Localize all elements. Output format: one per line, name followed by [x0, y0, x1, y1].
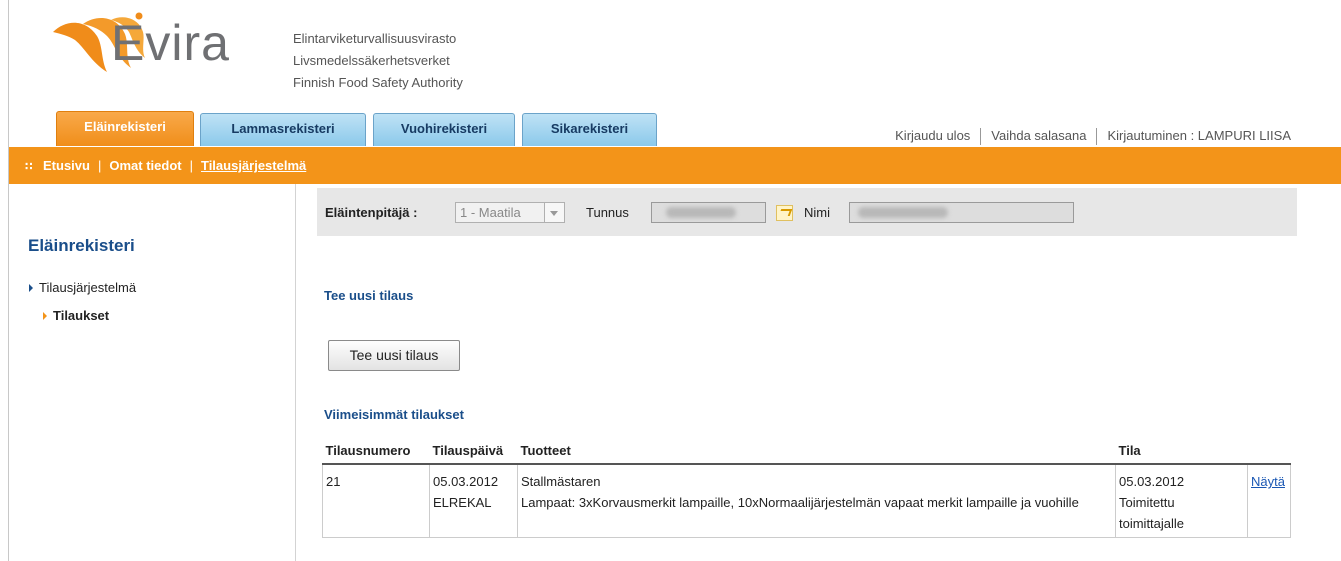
keeper-select-value: 1 - Maatila	[460, 205, 521, 220]
show-order-link[interactable]: Näytä	[1251, 474, 1285, 489]
breadcrumb-omat-tiedot[interactable]: Omat tiedot	[109, 158, 181, 173]
chevron-down-icon	[544, 203, 564, 222]
product-detail: Lampaat: 3xKorvausmerkit lampaille, 10xN…	[521, 495, 1079, 510]
new-order-button[interactable]: Tee uusi tilaus	[328, 340, 460, 371]
agency-name-en: Finnish Food Safety Authority	[293, 75, 463, 90]
column-header: Tuotteet	[517, 438, 1116, 465]
sidebar-item-label: Tilaukset	[53, 308, 110, 323]
site-header: Evira Elintarviketurvallisuusvirasto Liv…	[9, 0, 1341, 118]
breadcrumb-tilausjarjestelma[interactable]: Tilausjärjestelmä	[201, 158, 306, 173]
breadcrumb-bar: ∷ Etusivu | Omat tiedot | Tilausjärjestelmä	[9, 147, 1341, 184]
brand-name: Evira	[111, 15, 230, 71]
order-number: 21	[322, 464, 430, 538]
breadcrumb: ∷ Etusivu | Omat tiedot | Tilausjärjestelmä	[25, 158, 306, 173]
name-label: Nimi	[804, 205, 830, 220]
grid-dots-icon: ∷	[25, 161, 33, 173]
agency-name-sv: Livsmedelssäkerhetsverket	[293, 53, 450, 68]
sidebar-title: Eläinrekisteri	[28, 236, 135, 255]
agency-names: Elintarviketurvallisuusvirasto Livsmedel…	[293, 28, 463, 94]
order-status-cell: 05.03.2012 Toimitettu toimittajalle	[1115, 464, 1248, 538]
breadcrumb-separator: |	[189, 158, 193, 173]
order-action-cell: Näytä	[1247, 464, 1291, 538]
order-date-cell: 05.03.2012 ELREKAL	[429, 464, 518, 538]
tab-lammasrekisteri[interactable]: Lammasrekisteri	[200, 113, 366, 146]
change-password-link[interactable]: Vaihda salasana	[991, 128, 1086, 143]
order-products-cell: Stallmästaren Lampaat: 3xKorvausmerkit l…	[517, 464, 1116, 538]
orders-table: Tilausnumero Tilauspäivä Tuotteet Tila 2…	[322, 438, 1291, 538]
recent-orders-heading: Viimeisimmät tilaukset	[324, 407, 464, 422]
table-header-row: Tilausnumero Tilauspäivä Tuotteet Tila	[322, 438, 1291, 465]
keeper-select[interactable]: 1 - Maatila	[455, 202, 565, 223]
tab-elainrekisteri[interactable]: Eläinrekisteri	[56, 111, 194, 146]
id-field[interactable]	[651, 202, 766, 223]
sidebar-item-label: Tilausjärjestelmä	[39, 280, 137, 295]
order-date-extra: ELREKAL	[433, 495, 492, 510]
keeper-label: Eläintenpitäjä :	[325, 205, 418, 220]
id-label: Tunnus	[586, 205, 629, 220]
sidebar-item-tilaukset[interactable]: Tilaukset	[43, 308, 109, 323]
link-separator	[1096, 128, 1098, 146]
status-date: 05.03.2012	[1119, 474, 1185, 489]
user-links: Kirjaudu ulos Vaihda salasana Kirjautumine…	[895, 128, 1291, 146]
change-arrow-icon[interactable]	[776, 205, 793, 221]
column-header: Tilausnumero	[322, 438, 430, 465]
sidebar: Eläinrekisteri Tilausjärjestelmä Tilauks…	[9, 184, 296, 561]
column-header: Tila	[1115, 438, 1248, 465]
tab-sikarekisteri[interactable]: Sikarekisteri	[522, 113, 657, 146]
status-text: Toimitettu toimittajalle	[1119, 495, 1185, 531]
redacted-value	[858, 207, 948, 218]
sidebar-item-tilausjarjestelma[interactable]: Tilausjärjestelmä	[29, 280, 136, 295]
tab-vuohirekisteri[interactable]: Vuohirekisteri	[373, 113, 515, 146]
table-row: 21 05.03.2012 ELREKAL Stallmästaren Lamp…	[322, 464, 1291, 538]
column-header	[1247, 438, 1291, 465]
arrow-right-icon	[43, 312, 47, 320]
breadcrumb-etusivu[interactable]: Etusivu	[43, 158, 90, 173]
name-field[interactable]	[849, 202, 1074, 223]
product-title: Stallmästaren	[521, 474, 601, 489]
agency-name-fi: Elintarviketurvallisuusvirasto	[293, 31, 457, 46]
breadcrumb-separator: |	[97, 158, 102, 173]
login-info: Kirjautuminen : LAMPURI LIISA	[1107, 128, 1291, 143]
keeper-filter: Eläintenpitäjä : 1 - Maatila Tunnus Nimi	[317, 188, 1297, 236]
link-separator	[980, 128, 982, 146]
column-header: Tilauspäivä	[429, 438, 518, 465]
logout-link[interactable]: Kirjaudu ulos	[895, 128, 970, 143]
new-order-heading: Tee uusi tilaus	[324, 288, 414, 303]
redacted-value	[666, 207, 736, 218]
arrow-right-icon	[29, 284, 33, 292]
order-date: 05.03.2012	[433, 474, 499, 489]
